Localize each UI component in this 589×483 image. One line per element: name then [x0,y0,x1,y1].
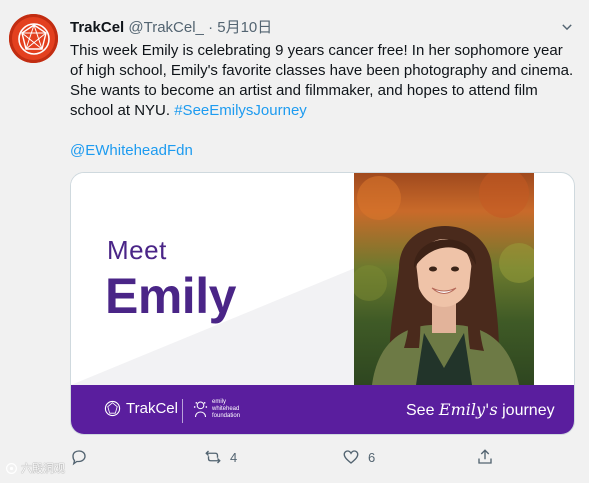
card-banner: TrakCel emily whitehead foundation See E… [71,385,574,434]
tweet-header: TrakCel @TrakCel_ · 5月10日 [70,16,272,37]
avatar[interactable] [9,14,58,63]
watermark-text: 六殿洞观 [21,463,65,475]
card-meet-text: Meet [107,235,167,265]
tweet: TrakCel @TrakCel_ · 5月10日 This week Emil… [0,0,589,483]
tagline-suffix: journey [502,402,555,419]
like-icon [343,450,359,464]
banner-divider [182,399,183,423]
card-name-text: Emily [105,268,236,324]
caret-icon [562,24,572,31]
like-count: 6 [368,449,376,465]
foundation-line-3: foundation [212,413,241,419]
trakcel-logo-icon [17,22,50,55]
tweet-text: This week Emily is celebrating 9 years c… [70,41,578,121]
share-icon [478,449,492,464]
hashtag-link[interactable]: #SeeEmilysJourney [174,102,307,119]
retweet-icon [205,450,221,464]
display-name[interactable]: TrakCel [70,19,124,36]
see-journey-tagline: See Emily's journey [406,400,555,420]
trakcel-logo-icon [104,400,121,417]
retweet-button[interactable]: 4 [204,448,237,466]
tagline-prefix: See [406,402,435,419]
watermark: 六殿洞观 [5,460,65,476]
banner-brand-label: TrakCel [126,400,178,417]
tweet-body: This week Emily is celebrating 9 years c… [70,42,574,119]
portrait-illustration [354,173,534,385]
share-button[interactable] [476,448,494,466]
media-card[interactable]: Meet Emily TrakCel emily whitehead found… [70,172,575,435]
retweet-count: 4 [230,449,238,465]
tagline-script: Emily's [438,400,498,419]
mention-link[interactable]: @EWhiteheadFdn [70,141,193,161]
more-options-button[interactable] [556,16,578,38]
like-button[interactable]: 6 [342,448,375,466]
handle[interactable]: @TrakCel_ [128,19,204,36]
banner-brand: TrakCel [104,400,178,417]
watermark-logo-icon [6,462,17,474]
foundation-line-2: whitehead [212,406,240,412]
foundation-logo-icon [193,401,208,418]
action-bar: 4 6 [70,448,500,472]
portrait-photo [354,173,534,385]
timestamp[interactable]: 5月10日 [217,19,272,36]
foundation-logo: emily whitehead foundation [193,399,240,420]
reply-button[interactable] [70,448,96,466]
reply-icon [72,450,86,466]
foundation-line-1: emily [212,399,227,405]
separator: · [208,19,214,36]
